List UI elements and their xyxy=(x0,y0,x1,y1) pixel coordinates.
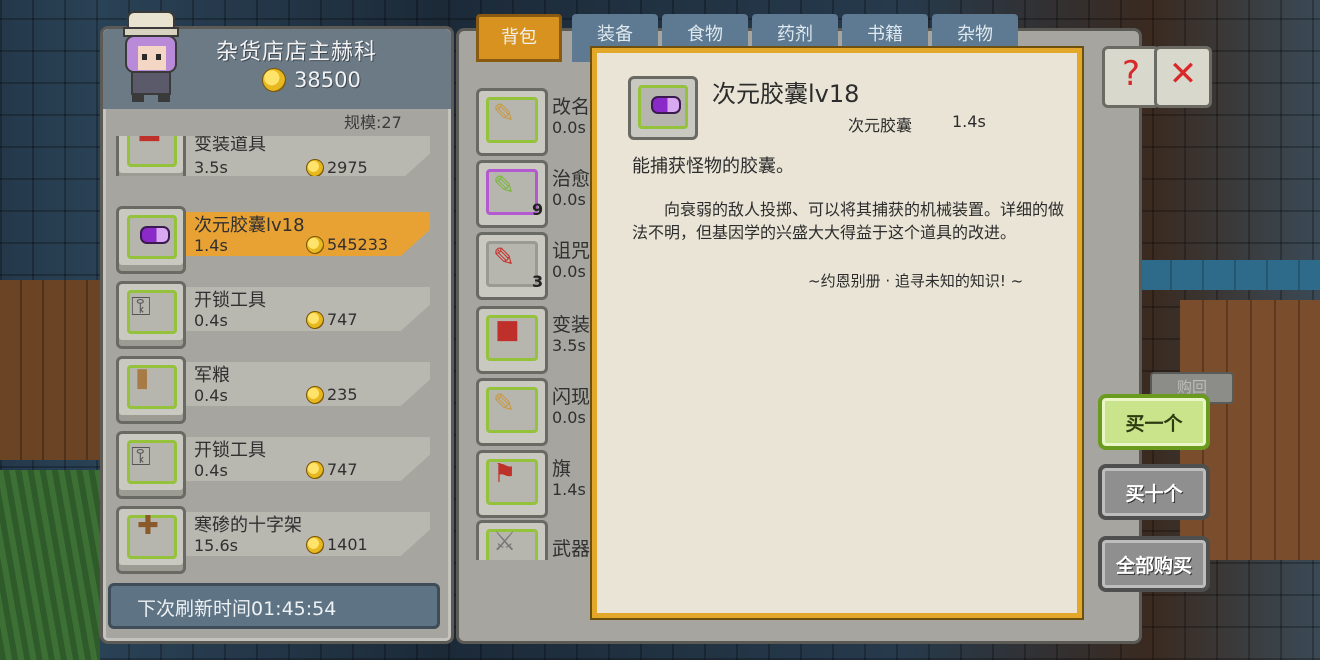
item-time: 1.4s xyxy=(194,236,228,255)
coin-icon xyxy=(306,535,324,554)
key-icon: ⚿ xyxy=(131,442,151,472)
item-price: 545233 xyxy=(306,235,388,254)
item-time: 3.5s xyxy=(194,158,228,176)
detail-time: 1.4s xyxy=(952,112,986,131)
disguise-icon: ■ xyxy=(495,315,520,345)
item-name: 旗 xyxy=(552,458,572,480)
shop-item[interactable]: ⚿ 开锁工具 0.4s 747 xyxy=(116,431,430,499)
shop-item[interactable]: ⚿ 开锁工具 0.4s 747 xyxy=(116,281,430,349)
item-name: 寒碜的十字架 xyxy=(194,515,302,536)
scroll-icon: ✎ xyxy=(493,243,515,273)
coin-icon xyxy=(262,68,286,92)
shop-item-selected[interactable]: 次元胶囊lv18 1.4s 545233 xyxy=(116,206,430,274)
detail-subtitle: 次元胶囊 xyxy=(848,116,913,135)
detail-title: 次元胶囊lv18 xyxy=(712,80,860,108)
scroll-icon: ✎ xyxy=(493,171,515,201)
item-slot xyxy=(116,206,186,274)
weapon-icon: ⚔ xyxy=(493,527,517,557)
item-name: 闪现 xyxy=(552,386,591,408)
ration-icon: ▮ xyxy=(135,363,150,393)
item-slot: ✎ xyxy=(476,88,548,156)
buy-ten-button[interactable]: 买十个 xyxy=(1098,464,1210,520)
refresh-timer: 下次刷新时间01:45:54 xyxy=(108,583,440,629)
item-slot: ■ xyxy=(476,306,548,374)
coin-icon xyxy=(306,460,324,479)
scroll-icon: ✎ xyxy=(493,389,515,419)
item-time: 1.4s xyxy=(552,480,586,499)
item-slot: ⚿ xyxy=(116,431,186,499)
item-time: 0.4s xyxy=(194,311,228,330)
capsule-icon xyxy=(140,226,170,244)
shop-gold: 38500 xyxy=(262,68,361,92)
flag-icon: ⚑ xyxy=(493,459,517,489)
item-count: 3 xyxy=(532,272,544,291)
item-slot: ⚑ xyxy=(476,450,548,518)
coin-icon xyxy=(306,385,324,404)
item-slot: ⚔ xyxy=(476,520,548,560)
item-time: 0.4s xyxy=(194,461,228,480)
item-time: 0.0s xyxy=(552,408,586,427)
shop-item[interactable]: ▮ 军粮 0.4s 235 xyxy=(116,356,430,424)
item-time: 0.0s xyxy=(552,262,586,281)
item-time: 0.0s xyxy=(552,118,586,137)
item-price: 235 xyxy=(306,385,358,404)
buy-one-button[interactable]: 买一个 xyxy=(1098,394,1210,450)
detail-summary: 能捕获怪物的胶囊。 xyxy=(632,156,794,177)
shopkeeper-name: 杂货店店主赫科 xyxy=(216,40,378,65)
shop-item[interactable]: ■ 变装道具 3.5s 2975 xyxy=(116,136,430,176)
capsule-icon xyxy=(651,96,681,114)
detail-item-slot xyxy=(628,76,698,140)
item-slot: ⚿ xyxy=(116,281,186,349)
item-slot: ✚ xyxy=(116,506,186,574)
item-price: 747 xyxy=(306,460,358,479)
item-name: 开锁工具 xyxy=(194,290,266,311)
coin-icon xyxy=(306,158,324,176)
detail-quote: ~约恩别册 · 追寻未知的知识! ~ xyxy=(808,272,1024,290)
coin-icon xyxy=(306,235,324,254)
item-name: 治愈 xyxy=(552,168,591,190)
coin-icon xyxy=(306,310,324,329)
item-price: 1401 xyxy=(306,535,368,554)
item-slot: ✎ xyxy=(476,378,548,446)
close-icon[interactable]: ✕ xyxy=(1154,46,1212,108)
background-blue-tiles xyxy=(1140,260,1320,290)
item-time: 0.4s xyxy=(194,386,228,405)
shop-scale: 规模:27 xyxy=(344,113,402,132)
shop-item[interactable]: ✚ 寒碜的十字架 15.6s 1401 xyxy=(116,506,430,574)
background-grass xyxy=(0,470,100,660)
item-name: 武器 xyxy=(552,538,591,560)
question-icon[interactable]: ? xyxy=(1102,46,1160,108)
shopkeeper-avatar xyxy=(123,11,179,102)
detail-description: 向衰弱的敌人投掷、可以将其捕获的机械装置。详细的做法不明，但基因学的兴盛大大得益… xyxy=(632,200,1065,242)
item-count: 9 xyxy=(532,200,544,219)
item-name: 变装道具 xyxy=(194,136,266,155)
background-floor-left xyxy=(0,280,100,460)
key-icon: ⚿ xyxy=(131,292,151,322)
item-price: 747 xyxy=(306,310,358,329)
item-name: 次元胶囊lv18 xyxy=(194,215,305,236)
item-name: 改名 xyxy=(552,96,591,118)
item-time: 3.5s xyxy=(552,336,586,355)
buy-all-button[interactable]: 全部购买 xyxy=(1098,536,1210,592)
item-name: 军粮 xyxy=(194,365,230,386)
item-price: 2975 xyxy=(306,158,368,176)
tab-bag[interactable]: 背包 xyxy=(476,14,562,62)
disguise-icon: ■ xyxy=(137,136,162,143)
item-time: 0.0s xyxy=(552,190,586,209)
item-name: 开锁工具 xyxy=(194,440,266,461)
item-slot: ■ xyxy=(116,136,186,176)
scroll-icon: ✎ xyxy=(493,99,515,129)
item-name: 变装 xyxy=(552,314,591,336)
cross-icon: ✚ xyxy=(137,511,159,541)
item-slot: ▮ xyxy=(116,356,186,424)
shop-gold-value: 38500 xyxy=(294,68,361,92)
item-time: 15.6s xyxy=(194,536,238,555)
item-name: 诅咒 xyxy=(552,240,591,262)
